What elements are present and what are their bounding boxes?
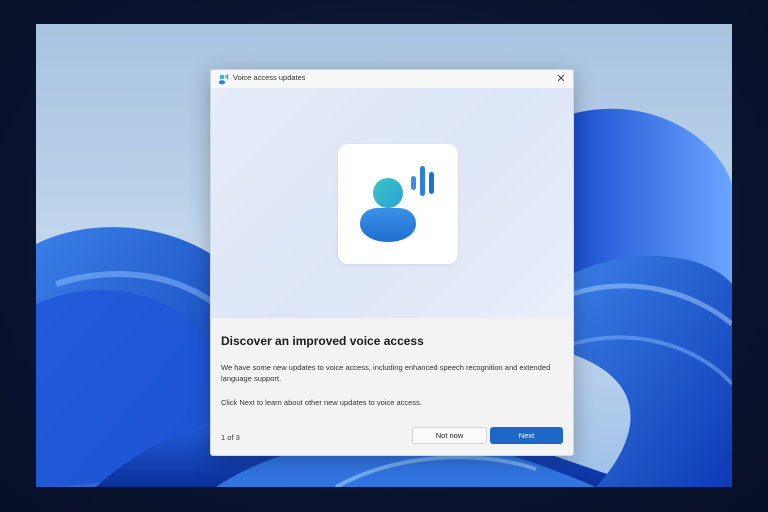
- voice-access-icon: [360, 166, 434, 242]
- body-paragraph-2: Click Next to learn about other new upda…: [221, 398, 422, 407]
- not-now-button[interactable]: Not now: [412, 427, 487, 444]
- next-button[interactable]: Next: [490, 427, 563, 444]
- hero-banner: [211, 88, 573, 318]
- hero-icon-card: [338, 144, 458, 264]
- dialog-heading: Discover an improved voice access: [221, 334, 424, 348]
- body-paragraph-1: We have some new updates to voice access…: [221, 363, 551, 383]
- dialog-content: Discover an improved voice access We hav…: [211, 318, 573, 455]
- title-bar: Voice access updates ✕: [211, 70, 573, 88]
- voice-access-app-icon: [218, 74, 229, 85]
- close-button[interactable]: ✕: [553, 71, 569, 87]
- window-title: Voice access updates: [233, 73, 306, 82]
- close-icon: ✕: [556, 73, 566, 85]
- page-indicator: 1 of 3: [221, 433, 240, 442]
- voice-access-dialog: Voice access updates ✕ Discover an impro…: [210, 69, 574, 456]
